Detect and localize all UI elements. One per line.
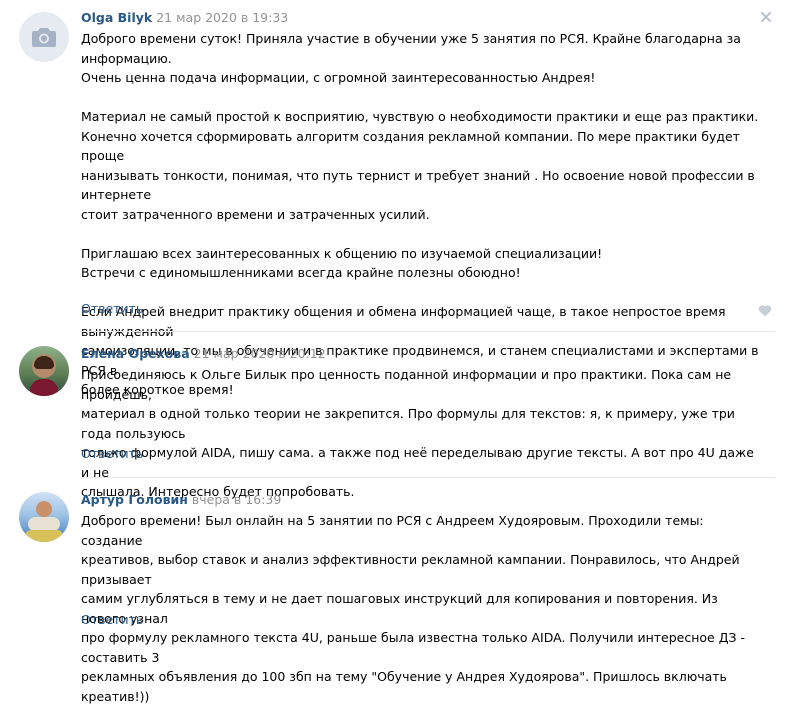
reply-button[interactable]: Ответить [81,301,143,317]
avatar[interactable] [19,12,69,62]
comment-text: Присоединяюсь к Ольге Билык про ценность… [81,367,754,499]
comment-date[interactable]: 21 мар 2020 в 19:33 [156,10,288,25]
avatar[interactable] [19,492,69,542]
close-icon[interactable] [759,10,773,24]
comment-header: Артур Головин вчера в 16:39 [81,491,281,509]
comment-divider [81,331,775,332]
author-name[interactable]: Елена Орехова [81,346,190,361]
heart-icon[interactable] [758,304,772,317]
comment-date[interactable]: вчера в 16:39 [192,492,281,507]
comment-text: Доброго времени суток! Приняла участие в… [81,31,759,397]
comment-date[interactable]: 21 мар 2020 в 20:12 [194,346,326,361]
comment-header: Елена Орехова 21 мар 2020 в 20:12 [81,345,326,363]
comment-text: Доброго времени! Был онлайн на 5 занятии… [81,513,745,704]
author-name[interactable]: Артур Головин [81,492,188,507]
reply-button[interactable]: Ответить [81,612,143,628]
comment-header: Olga Bilyk 21 мар 2020 в 19:33 [81,9,288,27]
reply-button[interactable]: Ответить [81,446,143,462]
comment-divider [81,477,775,478]
avatar[interactable] [19,346,69,396]
author-name[interactable]: Olga Bilyk [81,10,152,25]
camera-icon [32,28,56,47]
